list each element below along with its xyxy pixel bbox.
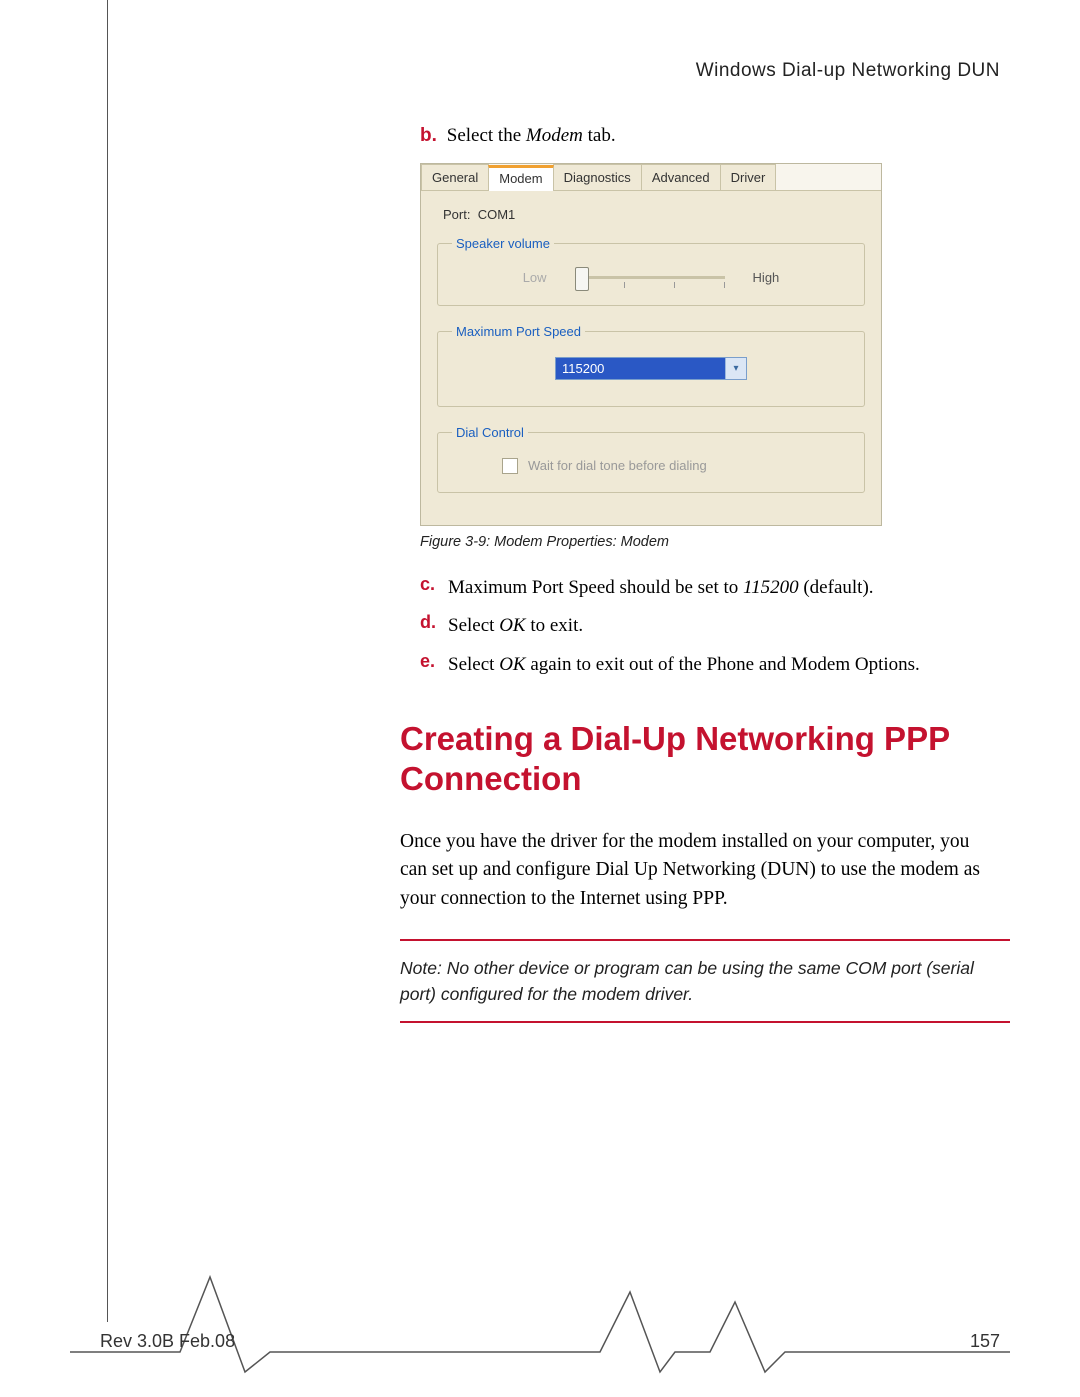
- dial-tone-checkbox[interactable]: [502, 458, 518, 474]
- speaker-high-label: High: [753, 270, 780, 285]
- chevron-down-icon[interactable]: ▾: [725, 358, 746, 379]
- note-block: Note: No other device or program can be …: [400, 939, 1010, 1024]
- content-column: b. Select the Modem tab. GeneralModemDia…: [420, 122, 1000, 679]
- max-port-speed-group: Maximum Port Speed 115200 ▾: [437, 324, 865, 407]
- port-speed-dropdown[interactable]: 115200 ▾: [555, 357, 747, 380]
- modem-properties-dialog: GeneralModemDiagnosticsAdvancedDriver Po…: [420, 163, 882, 526]
- footer-revision: Rev 3.0B Feb.08: [100, 1331, 235, 1352]
- body-paragraph: Once you have the driver for the modem i…: [400, 828, 1000, 913]
- figure-wrap: GeneralModemDiagnosticsAdvancedDriver Po…: [420, 163, 1000, 526]
- left-margin-rule: [107, 0, 108, 1322]
- tab-advanced[interactable]: Advanced: [641, 164, 721, 190]
- step-row: e.Select OK again to exit out of the Pho…: [420, 651, 1000, 680]
- step-b-marker: b.: [420, 122, 442, 151]
- port-label: Port:: [443, 207, 470, 222]
- dial-tone-checkbox-row[interactable]: Wait for dial tone before dialing: [452, 458, 850, 474]
- step-row: c.Maximum Port Speed should be set to 11…: [420, 574, 1000, 603]
- dial-control-group: Dial Control Wait for dial tone before d…: [437, 425, 865, 493]
- step-text: Select OK again to exit out of the Phone…: [448, 651, 920, 680]
- steps-list: c.Maximum Port Speed should be set to 11…: [420, 574, 1000, 680]
- tab-general[interactable]: General: [421, 164, 489, 190]
- speaker-volume-legend: Speaker volume: [452, 236, 554, 251]
- step-marker: e.: [420, 651, 448, 680]
- running-header: Windows Dial-up Networking DUN: [100, 60, 1000, 82]
- speaker-slider-row: Low High: [452, 269, 850, 287]
- page: Windows Dial-up Networking DUN b. Select…: [0, 0, 1080, 1397]
- tab-driver[interactable]: Driver: [720, 164, 777, 190]
- speaker-volume-slider[interactable]: [575, 269, 725, 287]
- section-heading: Creating a Dial-Up Networking PPP Connec…: [400, 719, 1010, 798]
- slider-thumb[interactable]: [575, 267, 589, 291]
- speaker-low-label: Low: [523, 270, 547, 285]
- tab-modem[interactable]: Modem: [488, 165, 553, 191]
- step-text: Maximum Port Speed should be set to 1152…: [448, 574, 874, 603]
- step-marker: c.: [420, 574, 448, 603]
- step-text: Select OK to exit.: [448, 612, 583, 641]
- dial-control-legend: Dial Control: [452, 425, 528, 440]
- dial-tone-checkbox-label: Wait for dial tone before dialing: [528, 458, 707, 473]
- step-b-text-suffix: tab.: [583, 125, 616, 146]
- dialog-body: Port: COM1 Speaker volume Low High: [421, 191, 881, 525]
- max-port-speed-legend: Maximum Port Speed: [452, 324, 585, 339]
- step-row: d.Select OK to exit.: [420, 612, 1000, 641]
- port-value: COM1: [478, 207, 516, 222]
- port-speed-value: 115200: [556, 358, 725, 379]
- heartbeat-squiggle: [70, 1262, 1010, 1382]
- port-line: Port: COM1: [443, 207, 865, 222]
- tab-diagnostics[interactable]: Diagnostics: [553, 164, 642, 190]
- figure-caption: Figure 3-9: Modem Properties: Modem: [420, 534, 1000, 550]
- footer-page-number: 157: [970, 1331, 1000, 1352]
- step-b-text-italic: Modem: [526, 125, 583, 146]
- dialog-tabstrip: GeneralModemDiagnosticsAdvancedDriver: [421, 164, 881, 191]
- step-marker: d.: [420, 612, 448, 641]
- speaker-volume-group: Speaker volume Low High: [437, 236, 865, 306]
- step-b: b. Select the Modem tab.: [420, 122, 1000, 151]
- step-b-text-prefix: Select the: [447, 125, 526, 146]
